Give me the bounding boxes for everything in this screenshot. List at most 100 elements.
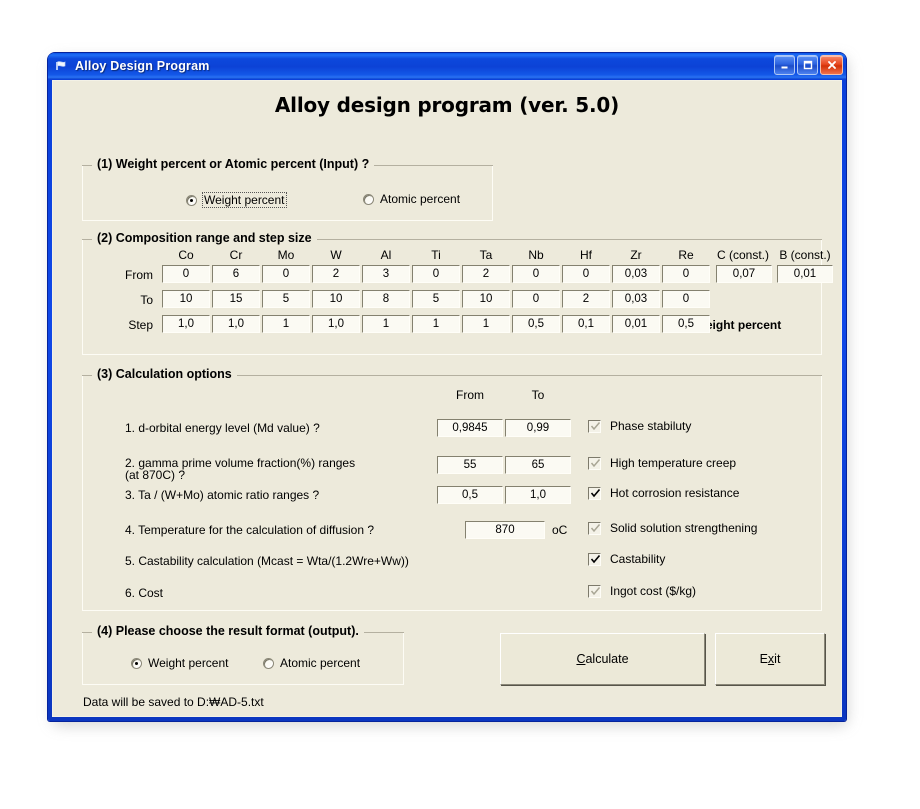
calculate-button[interactable]: Calculate [500, 633, 705, 685]
checkbox-hot-corrosion-resistance[interactable]: Hot corrosion resistance [588, 486, 739, 500]
checkbox-solid-solution-strengthening[interactable]: Solid solution strengthening [588, 521, 757, 535]
input-hf-step[interactable]: 0,1 [562, 315, 610, 333]
option-6-label: 6. Cost [125, 586, 164, 600]
input-ta-from[interactable]: 2 [462, 265, 510, 283]
input-diffusion-temperature[interactable]: 870 [465, 521, 545, 539]
input-ta-step[interactable]: 1 [462, 315, 510, 333]
radio-input-weight-percent[interactable]: Weight percent [186, 192, 287, 208]
input-zr-to[interactable]: 0,03 [612, 290, 660, 308]
radio-output-weight-percent[interactable]: Weight percent [131, 656, 229, 670]
col-header-nb: Nb [528, 248, 544, 262]
col-header-b-const: B (const.) [779, 248, 831, 262]
input-co-from[interactable]: 0 [162, 265, 210, 283]
checkbox-indicator [588, 584, 601, 598]
radio-output-weight-percent-label: Weight percent [148, 656, 229, 670]
checkbox-ingot-cost[interactable]: Ingot cost ($/kg) [588, 584, 696, 598]
input-gamma-from[interactable]: 55 [437, 456, 503, 474]
checkbox-castability[interactable]: Castability [588, 552, 665, 566]
radio-indicator [263, 657, 274, 669]
checkbox-indicator [588, 552, 601, 566]
exit-pre: E [759, 652, 768, 666]
input-c-const[interactable]: 0,07 [716, 265, 772, 283]
input-ti-step[interactable]: 1 [412, 315, 460, 333]
radio-indicator [363, 193, 374, 205]
radio-input-atomic-percent-label: Atomic percent [380, 192, 461, 206]
input-mo-to[interactable]: 5 [262, 290, 310, 308]
input-md-from[interactable]: 0,9845 [437, 419, 503, 437]
input-mo-from[interactable]: 0 [262, 265, 310, 283]
window-title: Alloy Design Program [75, 59, 210, 73]
input-w-step[interactable]: 1,0 [312, 315, 360, 333]
section-output-format-title: (4) Please choose the result format (out… [92, 624, 364, 638]
option-4-label: 4. Temperature for the calculation of di… [125, 523, 375, 537]
input-nb-to[interactable]: 0 [512, 290, 560, 308]
input-b-const[interactable]: 0,01 [777, 265, 833, 283]
input-hf-from[interactable]: 0 [562, 265, 610, 283]
input-cr-from[interactable]: 6 [212, 265, 260, 283]
radio-indicator [131, 657, 142, 669]
input-al-from[interactable]: 3 [362, 265, 410, 283]
input-cr-step[interactable]: 1,0 [212, 315, 260, 333]
input-al-to[interactable]: 8 [362, 290, 410, 308]
input-hf-to[interactable]: 2 [562, 290, 610, 308]
input-gamma-to[interactable]: 65 [505, 456, 571, 474]
radio-output-atomic-percent[interactable]: Atomic percent [263, 656, 360, 670]
section-calculation-options-title: (3) Calculation options [92, 367, 237, 381]
radio-output-atomic-percent-label: Atomic percent [280, 656, 361, 670]
minimize-button[interactable] [774, 55, 795, 75]
input-ta-ratio-to[interactable]: 1,0 [505, 486, 571, 504]
section-calculation-options: (3) Calculation options From To 1. d-orb… [82, 367, 822, 611]
calculate-rest: alculate [585, 652, 629, 666]
section-composition: (2) Composition range and step size From… [82, 231, 833, 355]
input-al-step[interactable]: 1 [362, 315, 410, 333]
save-path-note: Data will be saved to D:₩AD-5.txt [83, 695, 264, 709]
input-nb-from[interactable]: 0 [512, 265, 560, 283]
checkbox-indicator [588, 486, 601, 500]
checkbox-phase-stability[interactable]: Phase stabiluty [588, 419, 691, 433]
input-ta-ratio-from[interactable]: 0,5 [437, 486, 503, 504]
exit-button[interactable]: Exit [715, 633, 825, 685]
row-label-step: Step [128, 318, 153, 332]
checkbox-phase-stability-label: Phase stabiluty [610, 419, 692, 433]
input-re-to[interactable]: 0 [662, 290, 710, 308]
section-input-unit: (1) Weight percent or Atomic percent (In… [82, 157, 493, 221]
input-nb-step[interactable]: 0,5 [512, 315, 560, 333]
option-5-label: 5. Castability calculation (Mcast = Wta/… [125, 554, 409, 568]
col-header-to: To [531, 388, 545, 402]
maximize-button[interactable] [797, 55, 818, 75]
input-co-to[interactable]: 10 [162, 290, 210, 308]
radio-input-atomic-percent[interactable]: Atomic percent [363, 192, 460, 206]
input-w-from[interactable]: 2 [312, 265, 360, 283]
input-re-from[interactable]: 0 [662, 265, 710, 283]
radio-input-weight-percent-label: Weight percent [202, 192, 287, 208]
title-bar[interactable]: Alloy Design Program [48, 53, 846, 79]
close-button[interactable] [820, 55, 843, 75]
col-header-mo: Mo [277, 248, 295, 262]
checkbox-high-temperature-creep[interactable]: High temperature creep [588, 456, 736, 470]
input-re-step[interactable]: 0,5 [662, 315, 710, 333]
option-3-label: 3. Ta / (W+Mo) atomic ratio ranges ? [125, 488, 320, 502]
calculate-button-label: Calculate [576, 652, 628, 666]
col-header-co: Co [178, 248, 194, 262]
input-md-to[interactable]: 0,99 [505, 419, 571, 437]
col-header-zr: Zr [630, 248, 642, 262]
window-controls [774, 55, 843, 75]
input-co-step[interactable]: 1,0 [162, 315, 210, 333]
input-ta-to[interactable]: 10 [462, 290, 510, 308]
input-zr-step[interactable]: 0,01 [612, 315, 660, 333]
input-cr-to[interactable]: 15 [212, 290, 260, 308]
col-header-ti: Ti [431, 248, 441, 262]
form-surface: Alloy design program (ver. 5.0) (1) Weig… [53, 81, 841, 716]
input-mo-step[interactable]: 1 [262, 315, 310, 333]
checkbox-indicator [588, 521, 601, 535]
input-w-to[interactable]: 10 [312, 290, 360, 308]
page-title: Alloy design program (ver. 5.0) [274, 93, 620, 117]
input-zr-from[interactable]: 0,03 [612, 265, 660, 283]
input-ti-from[interactable]: 0 [412, 265, 460, 283]
row-label-to: To [140, 293, 153, 307]
input-ti-to[interactable]: 5 [412, 290, 460, 308]
checkbox-indicator [588, 456, 601, 470]
checkbox-indicator [588, 419, 601, 433]
col-header-cr: Cr [229, 248, 243, 262]
col-header-al: Al [380, 248, 392, 262]
